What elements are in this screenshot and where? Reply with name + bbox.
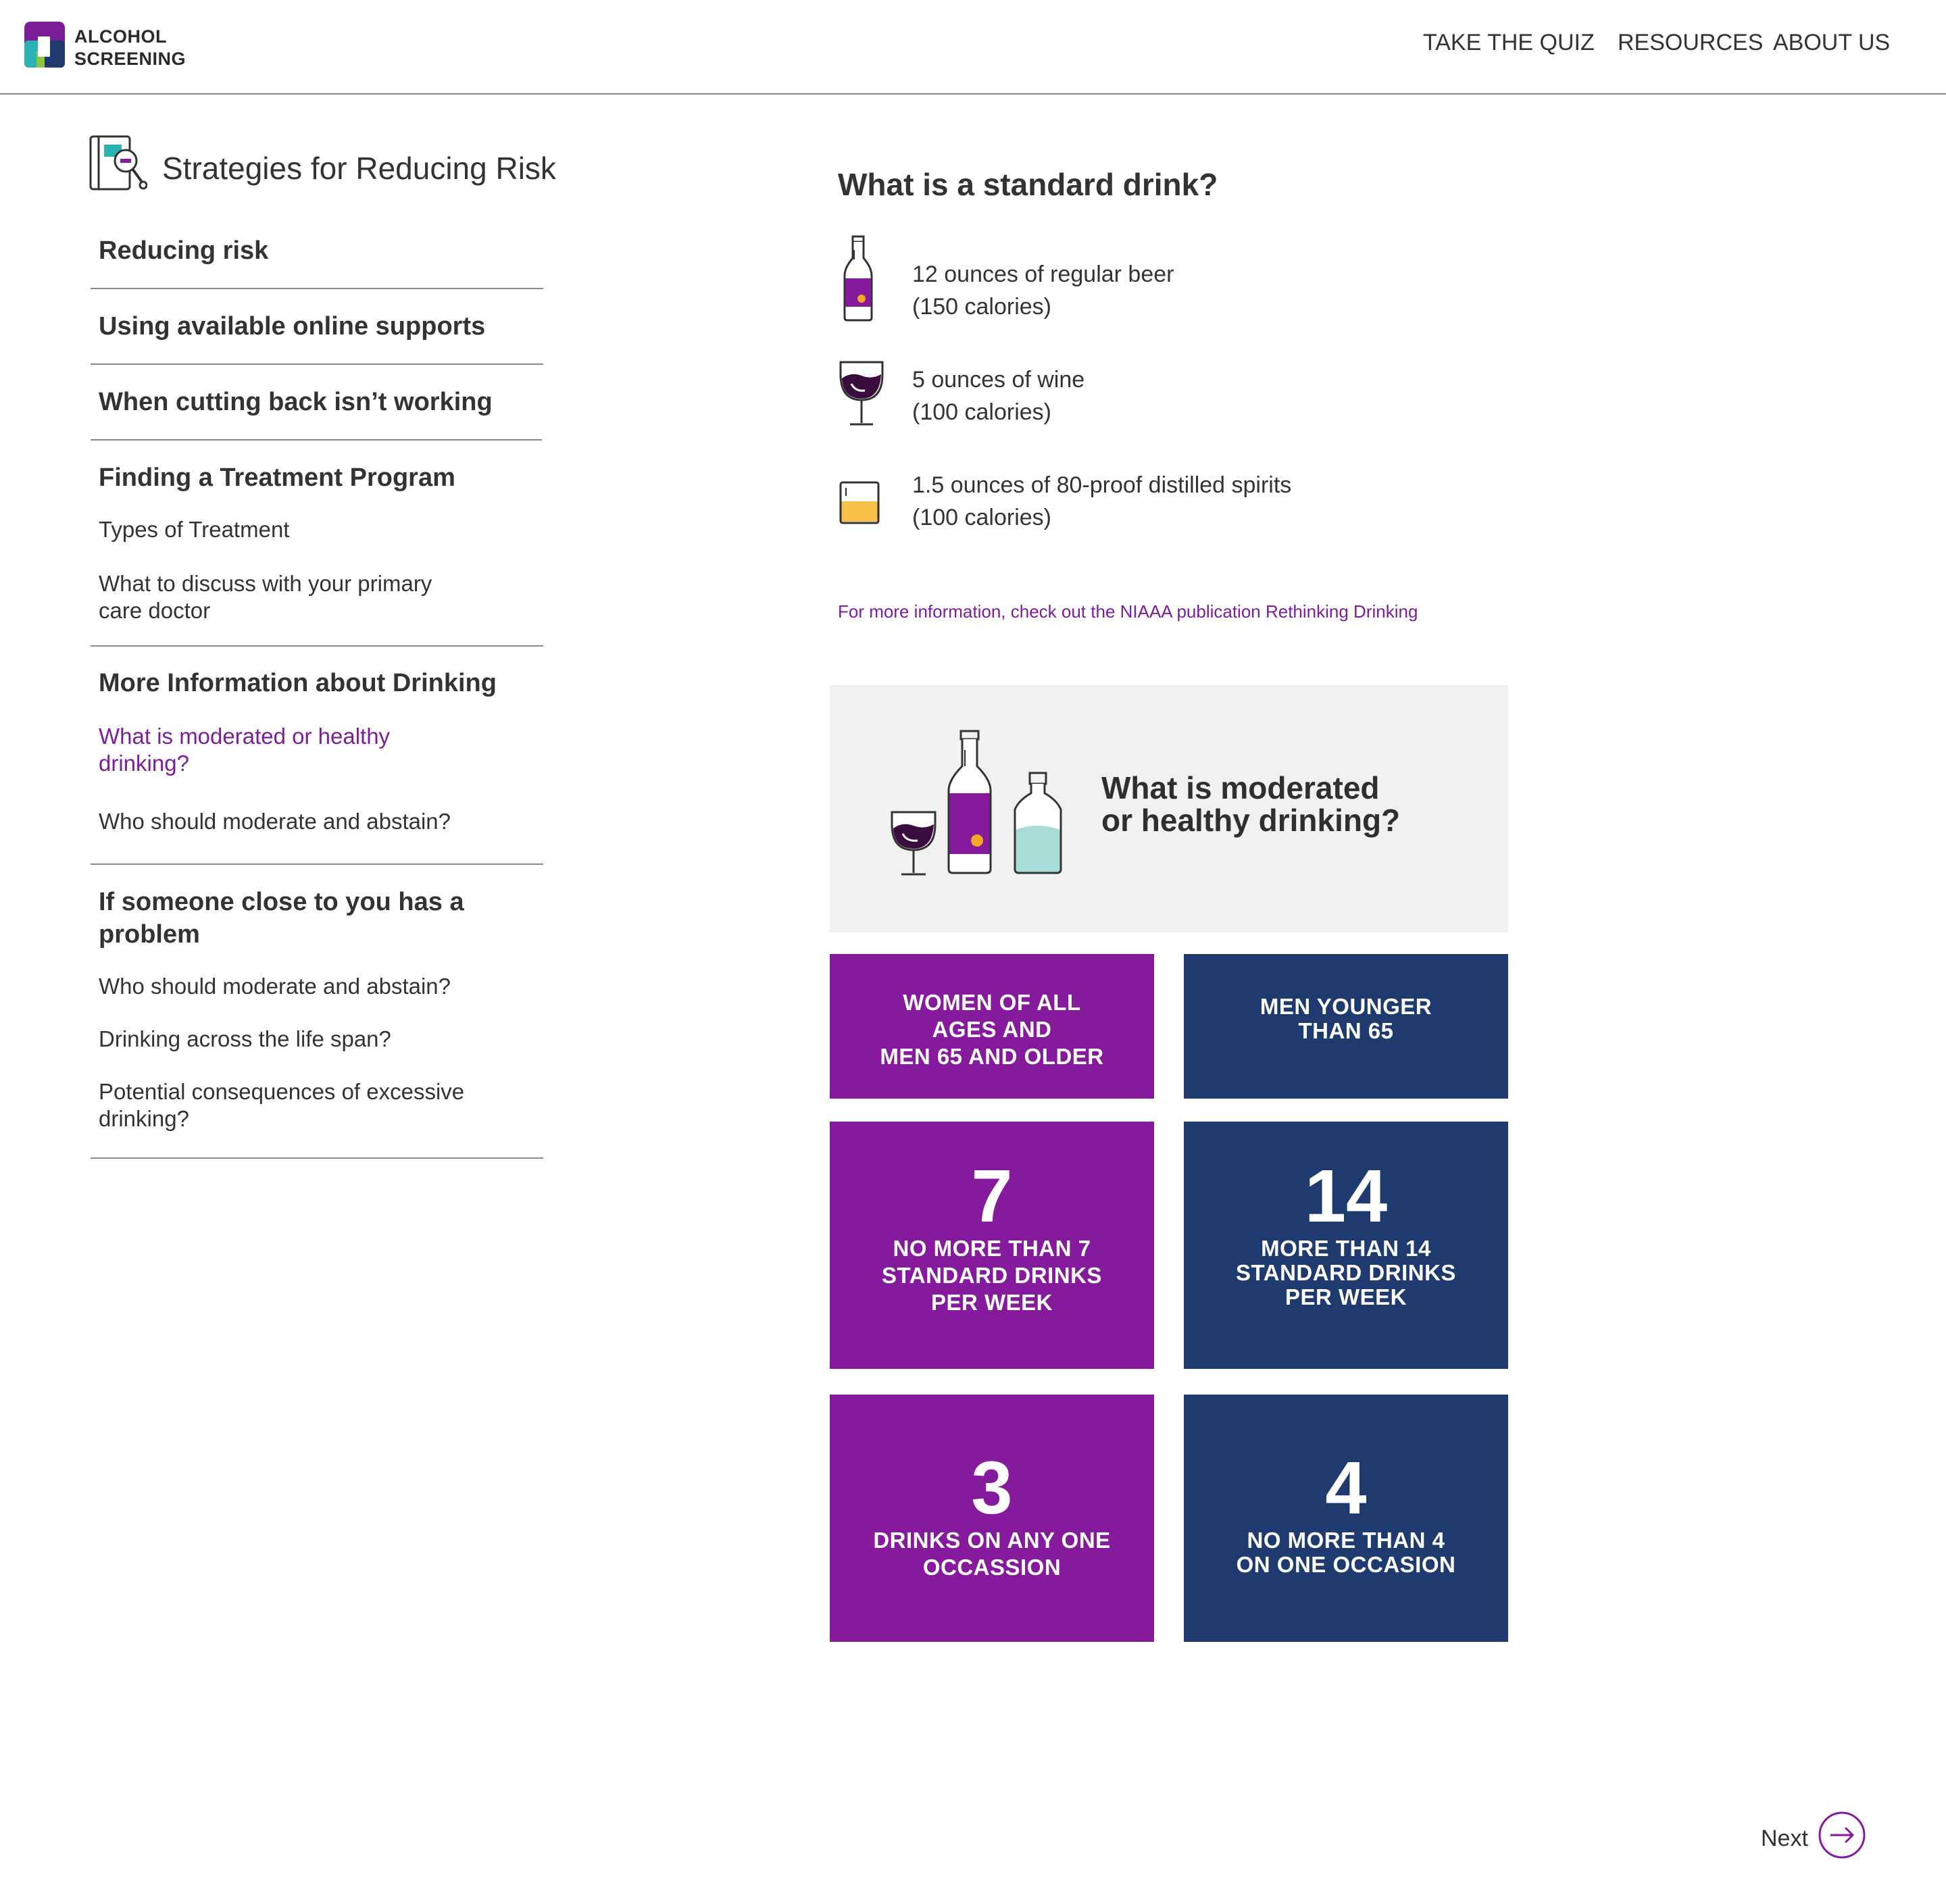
tile-women-weekly-line3: PER WEEK bbox=[930, 1290, 1053, 1315]
sidebar-link-moderated-drinking-active-line2[interactable]: drinking? bbox=[99, 750, 189, 777]
tile-women-header-line2: AGES AND bbox=[932, 1017, 1052, 1042]
drink-wine-calories: (100 calories) bbox=[912, 399, 1051, 425]
tile-men-weekly-number: 14 bbox=[1304, 1155, 1388, 1238]
sidebar-divider bbox=[91, 288, 543, 289]
sidebar-divider bbox=[91, 439, 542, 441]
niaaa-rethinking-drinking-link[interactable]: For more information, check out the NIAA… bbox=[838, 601, 1418, 622]
drink-item-beer: 12 ounces of regular beer (150 calories) bbox=[838, 235, 1446, 323]
drink-spirits-amount: 1.5 ounces of 80-proof distilled spirits bbox=[912, 472, 1292, 498]
tile-women-weekly-number: 7 bbox=[971, 1155, 1013, 1238]
beer-bottle-icon bbox=[843, 235, 873, 322]
tile-men-header-line2: THAN 65 bbox=[1298, 1018, 1394, 1043]
sidebar-item-reducing-risk[interactable]: Reducing risk bbox=[99, 236, 268, 266]
tile-men-weekly-line3: PER WEEK bbox=[1284, 1284, 1407, 1309]
tile-men-occasion-number: 4 bbox=[1325, 1447, 1367, 1530]
nav-about-us[interactable]: ABOUT US bbox=[1773, 30, 1890, 56]
brand-name[interactable]: ALCOHOL SCREENING bbox=[74, 26, 186, 70]
sidebar-title: Strategies for Reducing Risk bbox=[162, 151, 556, 186]
tile-women-weekly-line2: STANDARD DRINKS bbox=[882, 1263, 1102, 1288]
sidebar-item-treatment-program[interactable]: Finding a Treatment Program bbox=[99, 464, 455, 493]
drinks-group-icon bbox=[891, 730, 1062, 876]
tile-women-occasion-line1: DRINKS ON ANY ONE bbox=[873, 1528, 1111, 1553]
sidebar-link-excessive-consequences[interactable]: Potential consequences of excessive bbox=[99, 1078, 464, 1105]
spirits-glass-icon bbox=[839, 481, 880, 524]
next-arrow-icon[interactable] bbox=[1818, 1811, 1866, 1859]
tile-men-occasion-line1: NO MORE THAN 4 bbox=[1247, 1528, 1445, 1553]
sidebar-link-primary-care-doctor-line2[interactable]: care doctor bbox=[99, 597, 210, 624]
tile-women-occasion-line2: OCCASSION bbox=[922, 1555, 1062, 1580]
nav-resources[interactable]: RESOURCES bbox=[1618, 30, 1763, 56]
sidebar-divider bbox=[91, 863, 543, 865]
tile-men-occasion-limit: 4 NO MORE THAN 4 ON ONE OCCASION bbox=[1184, 1395, 1508, 1642]
banner-title: What is moderated or healthy drinking? bbox=[1101, 772, 1400, 836]
sidebar-link-types-of-treatment[interactable]: Types of Treatment bbox=[99, 516, 289, 543]
tile-men-header: MEN YOUNGER THAN 65 bbox=[1184, 954, 1508, 1099]
tile-women-header: WOMEN OF ALL AGES AND MEN 65 AND OLDER bbox=[830, 954, 1154, 1099]
tile-men-header-line1: MEN YOUNGER bbox=[1259, 994, 1432, 1019]
drink-wine-amount: 5 ounces of wine bbox=[912, 367, 1085, 393]
sidebar-item-more-information[interactable]: More Information about Drinking bbox=[99, 669, 497, 698]
tile-men-weekly-limit: 14 MORE THAN 14 STANDARD DRINKS PER WEEK bbox=[1184, 1122, 1508, 1369]
drink-item-wine: 5 ounces of wine (100 calories) bbox=[838, 341, 1446, 428]
sidebar-link-life-span[interactable]: Drinking across the life span? bbox=[99, 1026, 391, 1053]
moderated-drinking-banner: What is moderated or healthy drinking? bbox=[830, 685, 1508, 932]
sidebar-divider bbox=[91, 364, 543, 365]
strategies-document-icon bbox=[89, 135, 147, 191]
tile-women-header-line3: MEN 65 AND OLDER bbox=[880, 1044, 1104, 1069]
brand-line-1: ALCOHOL bbox=[74, 26, 167, 47]
next-label[interactable]: Next bbox=[1761, 1826, 1808, 1852]
tile-women-header-line1: WOMEN OF ALL bbox=[903, 990, 1081, 1015]
drink-item-spirits: 1.5 ounces of 80-proof distilled spirits… bbox=[838, 446, 1446, 534]
brand-line-2: SCREENING bbox=[74, 49, 186, 69]
sidebar-link-who-should-moderate-2[interactable]: Who should moderate and abstain? bbox=[99, 973, 451, 1000]
wine-glass-icon bbox=[839, 361, 884, 426]
tile-women-occasion-limit: 3 DRINKS ON ANY ONE OCCASSION bbox=[830, 1395, 1154, 1642]
banner-title-line2: or healthy drinking? bbox=[1101, 803, 1401, 838]
tile-women-occasion-number: 3 bbox=[971, 1447, 1013, 1530]
sidebar-item-cutting-back[interactable]: When cutting back isn’t working bbox=[99, 388, 493, 417]
nav-take-the-quiz[interactable]: TAKE THE QUIZ bbox=[1423, 30, 1595, 56]
sidebar-divider bbox=[91, 1157, 543, 1159]
drink-spirits-calories: (100 calories) bbox=[912, 505, 1051, 530]
drink-beer-amount: 12 ounces of regular beer bbox=[912, 261, 1174, 287]
site-header: ALCOHOL SCREENING TAKE THE QUIZ RESOURCE… bbox=[0, 0, 1946, 95]
page-title: What is a standard drink? bbox=[838, 167, 1218, 202]
sidebar-item-online-supports[interactable]: Using available online supports bbox=[99, 312, 485, 341]
drink-beer-calories: (150 calories) bbox=[912, 294, 1051, 320]
tile-men-occasion-line2: ON ONE OCCASION bbox=[1236, 1552, 1456, 1577]
tile-men-weekly-line1: MORE THAN 14 bbox=[1261, 1236, 1431, 1261]
tile-women-weekly-limit: 7 NO MORE THAN 7 STANDARD DRINKS PER WEE… bbox=[830, 1122, 1154, 1369]
sidebar-link-who-should-moderate[interactable]: Who should moderate and abstain? bbox=[99, 808, 451, 835]
banner-title-line1: What is moderated bbox=[1101, 770, 1380, 805]
alcohol-screening-logo-icon[interactable] bbox=[24, 22, 65, 68]
tile-men-weekly-line2: STANDARD DRINKS bbox=[1236, 1260, 1456, 1285]
tile-women-weekly-line1: NO MORE THAN 7 bbox=[893, 1236, 1091, 1261]
sidebar-link-excessive-consequences-line2[interactable]: drinking? bbox=[99, 1105, 189, 1132]
sidebar-item-someone-close-line2[interactable]: problem bbox=[99, 920, 200, 949]
sidebar-link-moderated-drinking-active[interactable]: What is moderated or healthy bbox=[99, 723, 390, 750]
sidebar-link-primary-care-doctor[interactable]: What to discuss with your primary bbox=[99, 570, 432, 597]
sidebar-divider bbox=[91, 645, 543, 647]
sidebar-item-someone-close[interactable]: If someone close to you has a bbox=[99, 888, 464, 917]
